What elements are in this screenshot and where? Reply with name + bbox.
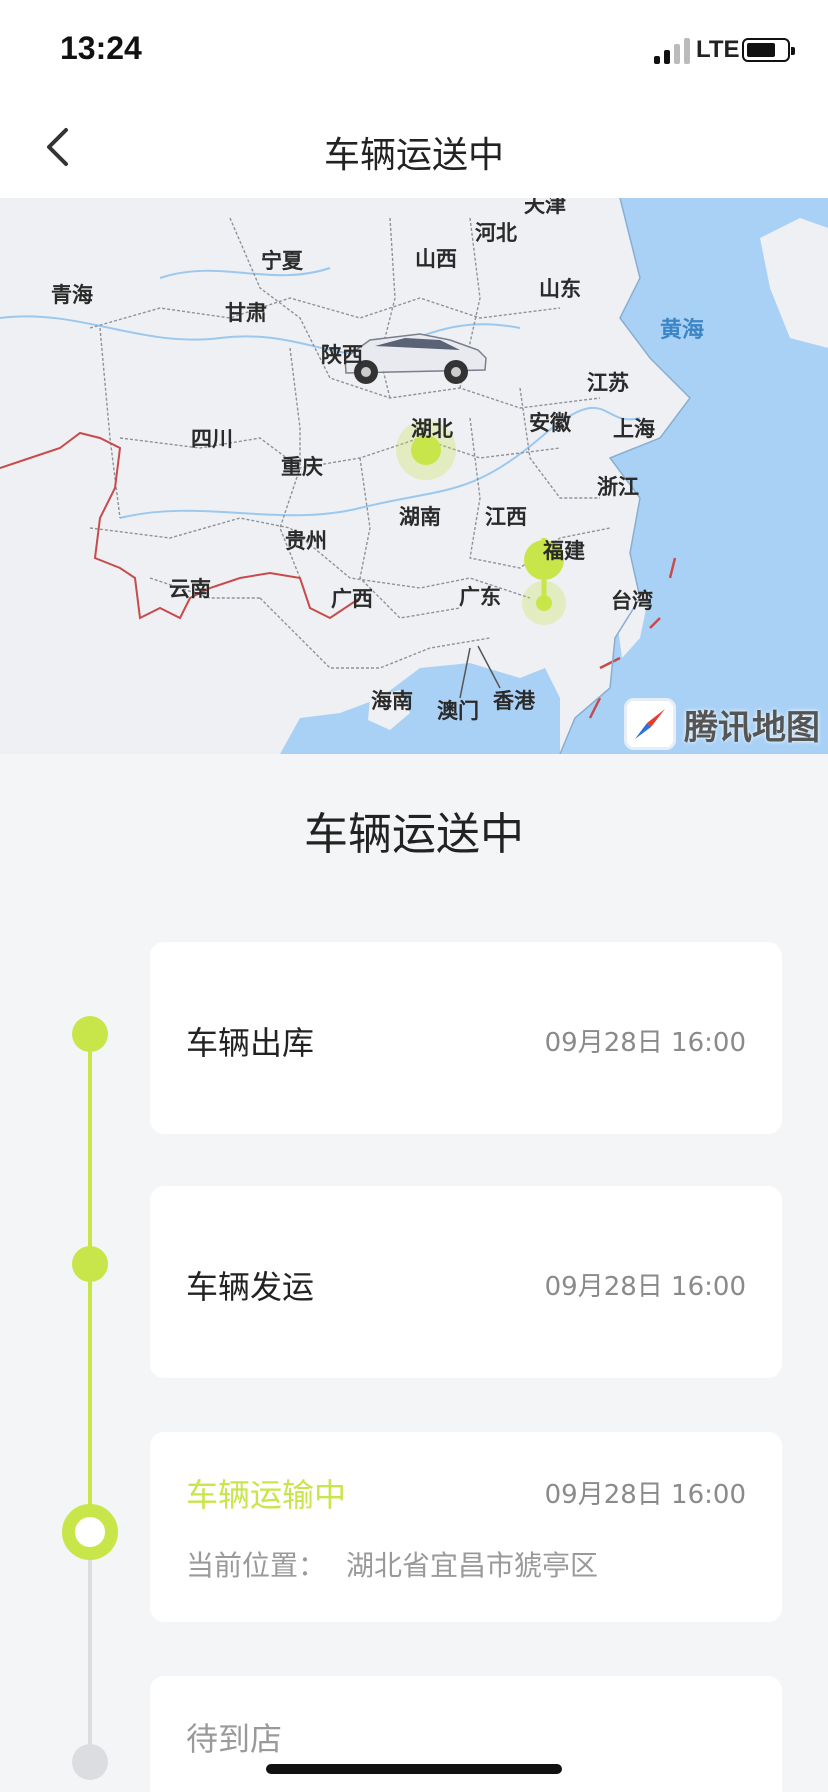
timeline-step-card: 待到店 bbox=[150, 1676, 782, 1792]
map-provider-name: 腾讯地图 bbox=[684, 707, 820, 748]
step-title: 车辆出库 bbox=[186, 1024, 315, 1062]
map-canvas bbox=[0, 198, 828, 754]
map-provider-logo: 腾讯地图 bbox=[624, 698, 820, 750]
nav-bar: 车辆运送中 bbox=[0, 96, 828, 198]
map-label: 宁夏 bbox=[261, 249, 303, 273]
home-indicator bbox=[266, 1764, 562, 1774]
timeline-pending-line bbox=[88, 1530, 92, 1760]
timeline-progress-line bbox=[88, 1034, 92, 1530]
timeline-dot-done bbox=[72, 1246, 108, 1282]
map-label: 四川 bbox=[191, 427, 233, 451]
car-marker-icon bbox=[344, 333, 487, 384]
map-label: 福建 bbox=[543, 539, 585, 563]
timeline-step-card: 车辆出库 09月28日 16:00 bbox=[150, 942, 782, 1134]
section-title: 车辆运送中 bbox=[304, 809, 524, 860]
step-time: 09月28日 16:00 bbox=[544, 1028, 746, 1058]
location-label: 当前位置： bbox=[186, 1549, 327, 1582]
map-label: 澳门 bbox=[437, 699, 479, 723]
map-label: 甘肃 bbox=[225, 301, 267, 325]
map-label: 浙江 bbox=[597, 475, 639, 499]
map-label: 陕西 bbox=[321, 343, 363, 367]
map-label: 上海 bbox=[613, 417, 655, 441]
signal-icon bbox=[654, 38, 690, 64]
step-title: 车辆发运 bbox=[186, 1268, 315, 1306]
current-location: 当前位置： 湖北省宜昌市猇亭区 bbox=[186, 1544, 598, 1584]
map-view[interactable]: 天津 河北 宁夏 山西 青海 甘肃 山东 黄海 陕西 江苏 四川 湖北 安徽 上… bbox=[0, 198, 828, 754]
timeline-dot-current bbox=[62, 1504, 118, 1560]
step-time: 09月28日 16:00 bbox=[544, 1480, 746, 1510]
map-label: 贵州 bbox=[285, 529, 327, 553]
map-label: 黄海 bbox=[659, 318, 705, 343]
map-label: 河北 bbox=[475, 221, 517, 245]
map-label: 香港 bbox=[493, 689, 535, 713]
location-value: 湖北省宜昌市猇亭区 bbox=[346, 1549, 599, 1582]
timeline-dot-done bbox=[72, 1016, 108, 1052]
map-label: 江西 bbox=[485, 505, 527, 529]
step-time: 09月28日 16:00 bbox=[544, 1272, 746, 1302]
map-label: 江苏 bbox=[587, 371, 629, 395]
map-label: 广东 bbox=[459, 585, 501, 609]
map-label: 青海 bbox=[51, 283, 93, 307]
status-bar: 13:24 LTE bbox=[0, 0, 828, 96]
map-label: 山西 bbox=[415, 247, 457, 271]
map-label: 海南 bbox=[371, 689, 413, 713]
map-label: 天津 bbox=[524, 198, 566, 217]
step-title: 待到店 bbox=[186, 1720, 283, 1758]
map-label: 安徽 bbox=[529, 411, 571, 435]
map-label: 台湾 bbox=[611, 589, 653, 613]
timeline-dot-pending bbox=[72, 1744, 108, 1780]
map-label: 湖北 bbox=[411, 417, 453, 441]
map-label: 云南 bbox=[169, 577, 211, 601]
network-type: LTE bbox=[696, 36, 740, 63]
map-label: 广西 bbox=[331, 587, 373, 611]
step-title: 车辆运输中 bbox=[186, 1476, 347, 1514]
battery-icon bbox=[742, 38, 795, 62]
map-label: 重庆 bbox=[281, 455, 323, 479]
status-time: 13:24 bbox=[60, 30, 142, 66]
timeline-step-card-current: 车辆运输中 09月28日 16:00 当前位置： 湖北省宜昌市猇亭区 bbox=[150, 1432, 782, 1622]
map-label: 山东 bbox=[539, 277, 581, 301]
map-label: 湖南 bbox=[399, 505, 441, 529]
compass-icon bbox=[624, 698, 676, 750]
timeline-step-card: 车辆发运 09月28日 16:00 bbox=[150, 1186, 782, 1378]
page-title: 车辆运送中 bbox=[323, 135, 504, 176]
